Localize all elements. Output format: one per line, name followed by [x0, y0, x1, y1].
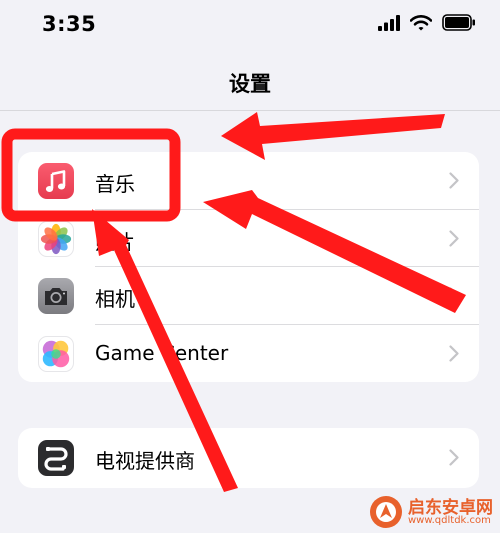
settings-row-camera[interactable]: 相机 [18, 267, 479, 325]
cellular-signal-icon [378, 14, 400, 31]
status-bar: 3:35 [0, 0, 500, 50]
music-app-icon [38, 163, 74, 199]
chevron-right-icon [449, 344, 459, 362]
tv-provider-icon [38, 440, 74, 476]
chevron-right-icon [449, 449, 459, 466]
nav-bar: 设置 [0, 50, 500, 111]
page-title: 设置 [229, 72, 271, 96]
settings-row-photos[interactable]: 照片 [18, 210, 479, 267]
settings-row-label: 照片 [95, 229, 135, 254]
status-time: 3:35 [42, 12, 97, 36]
status-icons [378, 14, 476, 31]
settings-row-tv-provider[interactable]: 电视提供商 [18, 428, 479, 488]
wifi-icon [410, 14, 432, 30]
chevron-right-icon [449, 172, 459, 189]
settings-group-apps: 音乐 照片 相机 Game Center [18, 152, 479, 382]
settings-row-label: Game Center [95, 340, 229, 365]
settings-row-game-center[interactable]: Game Center [18, 325, 479, 383]
game-center-icon [38, 335, 74, 372]
settings-row-music[interactable]: 音乐 [18, 152, 479, 210]
watermark-logo-icon [370, 496, 402, 528]
camera-app-icon [38, 278, 74, 314]
photos-app-icon [38, 220, 74, 257]
settings-row-label: 音乐 [95, 172, 135, 196]
battery-icon [442, 14, 475, 31]
settings-row-label: 电视提供商 [95, 449, 195, 473]
watermark-url: www.qdltdk.com [408, 515, 491, 526]
chevron-right-icon [449, 229, 459, 247]
settings-group-tv: 电视提供商 [18, 428, 479, 488]
watermark: 启东安卓网 www.qdltdk.com [368, 493, 496, 531]
chevron-right-icon [449, 287, 459, 304]
settings-row-label: 相机 [95, 287, 135, 311]
